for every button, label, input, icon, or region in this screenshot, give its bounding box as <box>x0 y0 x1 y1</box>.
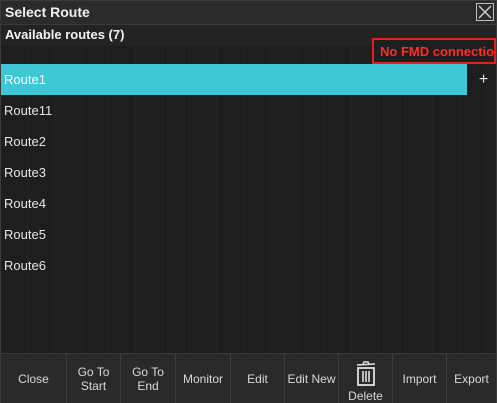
delete-button[interactable]: Delete <box>339 354 393 403</box>
trash-icon <box>356 361 376 386</box>
close-icon[interactable] <box>476 3 494 21</box>
list-item[interactable]: Route6 <box>1 250 496 281</box>
selection-highlight <box>1 64 467 95</box>
add-route-button[interactable]: + <box>471 64 496 95</box>
list-item[interactable]: Route1 + <box>1 64 496 95</box>
edit-new-button[interactable]: Edit New <box>285 354 339 403</box>
route-list: Route1 + Route11 Route2 Route3 Route4 Ro… <box>1 64 496 281</box>
monitor-button[interactable]: Monitor <box>176 354 231 403</box>
route-label: Route5 <box>4 227 46 242</box>
list-item[interactable]: Route4 <box>1 188 496 219</box>
import-button[interactable]: Import <box>393 354 447 403</box>
dialog-window: Select Route Available routes (7) No FMD… <box>0 0 497 403</box>
route-label: Route3 <box>4 165 46 180</box>
connection-warning: No FMD connection <box>372 38 496 64</box>
list-item[interactable]: Route3 <box>1 157 496 188</box>
go-to-start-button[interactable]: Go To Start <box>67 354 121 403</box>
route-label: Route11 <box>4 103 53 118</box>
route-label: Route2 <box>4 134 46 149</box>
title-bar: Select Route <box>1 1 496 25</box>
edit-button[interactable]: Edit <box>231 354 285 403</box>
export-button[interactable]: Export <box>447 354 496 403</box>
close-button[interactable]: Close <box>1 354 67 403</box>
window-title: Select Route <box>5 4 90 20</box>
go-to-end-button[interactable]: Go To End <box>121 354 176 403</box>
delete-label: Delete <box>348 389 383 403</box>
route-label: Route4 <box>4 196 46 211</box>
available-routes-label: Available routes (7) <box>5 27 125 42</box>
list-item[interactable]: Route5 <box>1 219 496 250</box>
route-label: Route6 <box>4 258 46 273</box>
list-item[interactable]: Route11 <box>1 95 496 126</box>
bottom-toolbar: Close Go To Start Go To End Monitor Edit… <box>1 353 496 403</box>
route-label: Route1 <box>4 72 46 87</box>
list-item[interactable]: Route2 <box>1 126 496 157</box>
